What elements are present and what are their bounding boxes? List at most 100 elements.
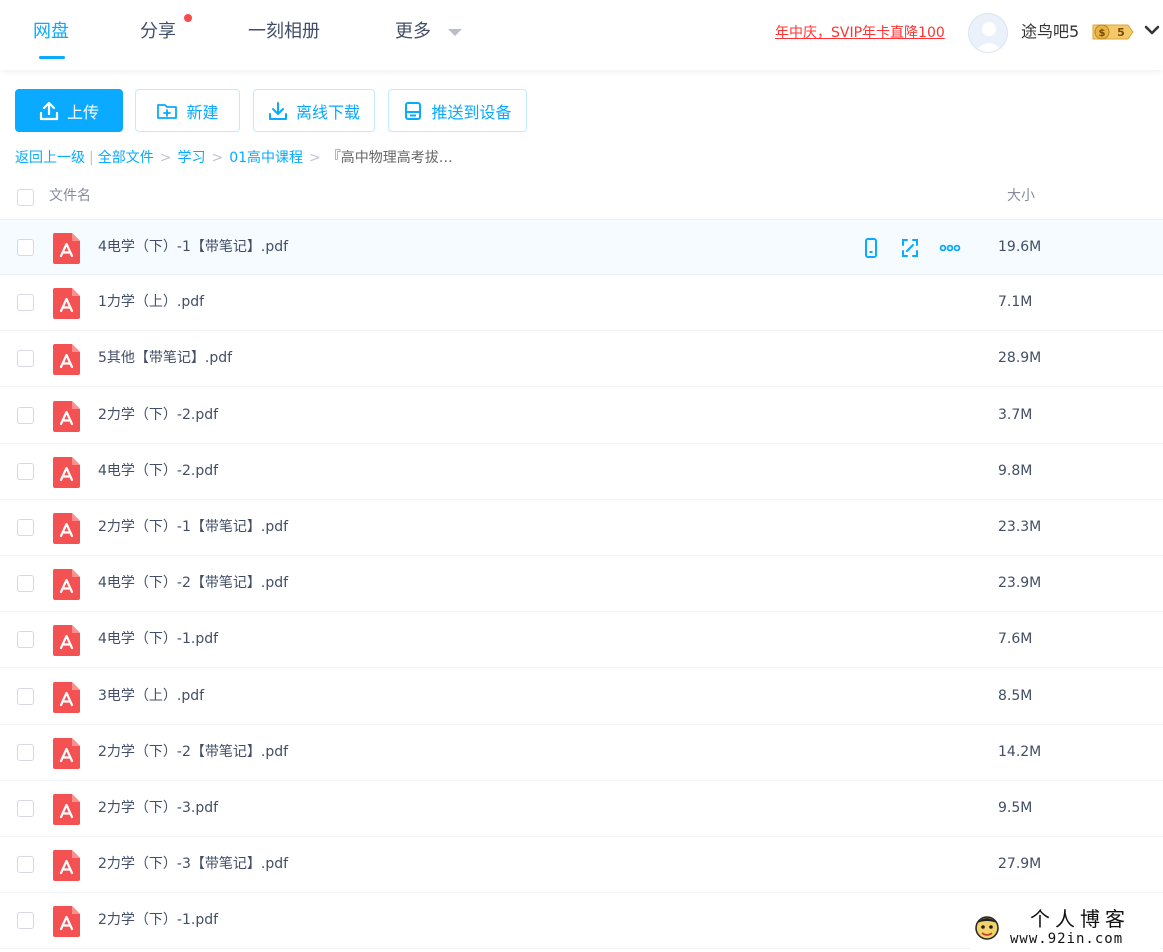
breadcrumb-divider: |	[89, 150, 94, 166]
active-tab-indicator	[39, 56, 65, 59]
row-checkbox[interactable]	[17, 856, 34, 873]
row-checkbox[interactable]	[17, 350, 34, 367]
file-row[interactable]: 3电学（上）.pdf 8.5M	[0, 669, 1163, 725]
breadcrumb-separator: >	[159, 150, 172, 166]
pdf-file-icon	[53, 569, 80, 600]
file-name[interactable]: 2力学（下）-1.pdf	[98, 910, 218, 930]
svg-text:5: 5	[1117, 26, 1125, 39]
user-avatar-icon	[975, 22, 1003, 52]
file-size: 28.9M	[998, 350, 1042, 366]
file-name[interactable]: 2力学（下）-3【带笔记】.pdf	[98, 854, 288, 874]
row-checkbox[interactable]	[17, 407, 34, 424]
tab-netdisk[interactable]: 网盘	[33, 19, 69, 45]
more-actions-icon[interactable]	[939, 237, 961, 259]
pdf-file-icon	[53, 513, 80, 544]
share-link-icon[interactable]	[899, 237, 921, 259]
breadcrumb-item-study[interactable]: 学习	[177, 150, 205, 166]
file-name[interactable]: 4电学（下）-1.pdf	[98, 629, 218, 649]
file-name[interactable]: 5其他【带笔记】.pdf	[98, 348, 232, 368]
file-size: 7.6M	[998, 631, 1033, 647]
file-size: 9.8M	[998, 463, 1033, 479]
file-row[interactable]: 2力学（下）-1【带笔记】.pdf 23.3M	[0, 500, 1163, 556]
username[interactable]: 途鸟吧5	[1021, 21, 1079, 43]
new-folder-button[interactable]: 新建	[135, 89, 240, 132]
pdf-file-icon	[53, 288, 80, 319]
chevron-down-icon[interactable]	[1144, 24, 1160, 36]
file-row[interactable]: 4电学（下）-2【带笔记】.pdf 23.9M	[0, 556, 1163, 612]
file-name[interactable]: 4电学（下）-1【带笔记】.pdf	[98, 237, 288, 257]
watermark-url: www.92in.com	[1010, 931, 1124, 947]
file-row[interactable]: 2力学（下）-2.pdf 3.7M	[0, 388, 1163, 444]
file-name[interactable]: 2力学（下）-1【带笔记】.pdf	[98, 517, 288, 537]
top-nav: 网盘 分享 一刻相册 更多 年中庆，SVIP年卡直降100 途鸟吧5 $ 5	[0, 0, 1163, 70]
back-link[interactable]: 返回上一级	[15, 150, 85, 166]
pdf-file-icon	[53, 457, 80, 488]
file-row[interactable]: 2力学（下）-2【带笔记】.pdf 14.2M	[0, 725, 1163, 781]
row-checkbox[interactable]	[17, 688, 34, 705]
new-folder-icon	[157, 103, 178, 119]
breadcrumb-item-all-files[interactable]: 全部文件	[98, 150, 154, 166]
file-row[interactable]: 5其他【带笔记】.pdf 28.9M	[0, 331, 1163, 387]
file-row[interactable]: 4电学（下）-2.pdf 9.8M	[0, 444, 1163, 500]
download-icon	[268, 101, 287, 120]
column-header-size[interactable]: 大小	[1007, 186, 1035, 206]
offline-download-label: 离线下载	[295, 102, 360, 122]
promo-link[interactable]: 年中庆，SVIP年卡直降100	[775, 23, 945, 43]
row-checkbox[interactable]	[17, 912, 34, 929]
pdf-file-icon	[53, 682, 80, 713]
file-name[interactable]: 4电学（下）-2【带笔记】.pdf	[98, 573, 288, 593]
tab-moment-album[interactable]: 一刻相册	[248, 19, 320, 45]
file-size: 14.2M	[998, 744, 1042, 760]
pdf-file-icon	[53, 906, 80, 937]
row-checkbox[interactable]	[17, 294, 34, 311]
file-name[interactable]: 2力学（下）-2.pdf	[98, 405, 218, 425]
row-checkbox[interactable]	[17, 239, 34, 256]
offline-download-button[interactable]: 离线下载	[253, 89, 375, 132]
file-row[interactable]: 4电学（下）-1【带笔记】.pdf 19.6M	[0, 219, 1163, 275]
file-name[interactable]: 4电学（下）-2.pdf	[98, 461, 218, 481]
row-checkbox[interactable]	[17, 744, 34, 761]
row-checkbox[interactable]	[17, 631, 34, 648]
file-name[interactable]: 2力学（下）-3.pdf	[98, 798, 218, 818]
more-dropdown-icon[interactable]	[448, 29, 462, 36]
file-size: 8.5M	[998, 688, 1033, 704]
file-size: 3.7M	[998, 407, 1033, 423]
vip-badge-icon: $ 5	[1092, 24, 1134, 40]
tab-more[interactable]: 更多	[395, 19, 431, 45]
breadcrumb-item-course[interactable]: 01高中课程	[229, 150, 303, 166]
breadcrumb-separator: >	[309, 150, 321, 166]
upload-icon	[39, 101, 59, 120]
file-size: 23.9M	[998, 575, 1042, 591]
column-header-name[interactable]: 文件名	[49, 186, 91, 206]
file-name[interactable]: 3电学（上）.pdf	[98, 686, 204, 706]
pdf-file-icon	[53, 794, 80, 825]
row-checkbox[interactable]	[17, 463, 34, 480]
breadcrumb: 返回上一级 | 全部文件 > 学习 >01高中课程 > 『高中物理高考拔…	[15, 148, 453, 168]
mascot-icon	[975, 916, 999, 940]
file-row[interactable]: 4电学（下）-1.pdf 7.6M	[0, 612, 1163, 668]
file-row[interactable]: 1力学（上）.pdf 7.1M	[0, 275, 1163, 331]
file-name[interactable]: 2力学（下）-2【带笔记】.pdf	[98, 742, 288, 762]
row-checkbox[interactable]	[17, 519, 34, 536]
select-all-checkbox[interactable]	[17, 189, 34, 206]
file-row[interactable]: 2力学（下）-3.pdf 9.5M	[0, 781, 1163, 837]
file-name[interactable]: 1力学（上）.pdf	[98, 292, 204, 312]
tab-share[interactable]: 分享	[140, 19, 176, 45]
file-row[interactable]: 2力学（下）-3【带笔记】.pdf 27.9M	[0, 837, 1163, 893]
svg-text:$: $	[1099, 28, 1106, 39]
row-checkbox[interactable]	[17, 575, 34, 592]
watermark-title: 个人博客	[1030, 907, 1130, 931]
upload-label: 上传	[66, 102, 99, 122]
pdf-file-icon	[53, 625, 80, 656]
push-to-device-button[interactable]: 推送到设备	[388, 89, 527, 132]
pdf-file-icon	[53, 401, 80, 432]
upload-button[interactable]: 上传	[15, 89, 123, 132]
new-folder-label: 新建	[186, 102, 219, 122]
file-size: 9.5M	[998, 800, 1033, 816]
avatar[interactable]	[968, 13, 1008, 53]
pdf-file-icon	[53, 233, 80, 264]
pdf-file-icon	[53, 344, 80, 375]
push-to-device-label: 推送到设备	[431, 102, 512, 122]
row-checkbox[interactable]	[17, 800, 34, 817]
send-to-phone-icon[interactable]	[860, 237, 882, 259]
